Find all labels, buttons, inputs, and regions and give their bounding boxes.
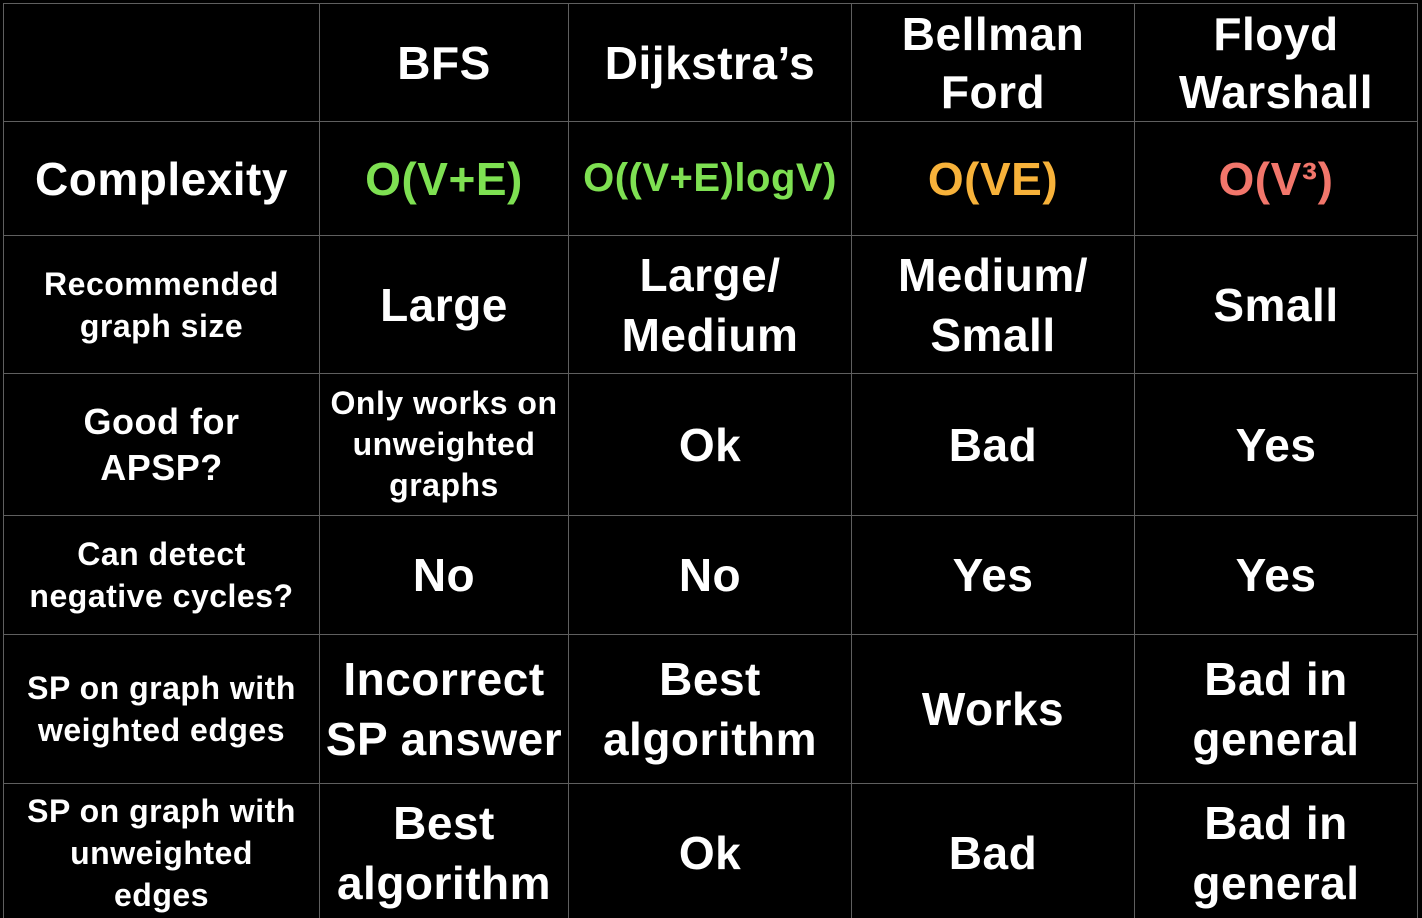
row-label-line: unweighted bbox=[70, 834, 253, 871]
complexity-dijkstra: O((V+E)logV) bbox=[568, 121, 852, 236]
complexity-bellman-ford: O(VE) bbox=[851, 121, 1135, 236]
cell-line: Medium/ bbox=[897, 248, 1089, 301]
cell-line: Large bbox=[380, 278, 508, 331]
row-label-line: SP on graph with bbox=[27, 670, 296, 706]
row-label-line: weighted edges bbox=[37, 712, 286, 748]
cell-line: Bad bbox=[948, 826, 1038, 879]
cell-line: general bbox=[1192, 713, 1360, 765]
neg-cycles-floyd-warshall: Yes bbox=[1134, 515, 1418, 635]
row-sp-weighted: SP on graph with weighted edges Incorrec… bbox=[3, 634, 1418, 784]
sp-unweighted-floyd-warshall: Bad in general bbox=[1134, 783, 1418, 918]
cell-line: Bad in bbox=[1204, 796, 1348, 849]
cell-line: Bad in bbox=[1204, 653, 1348, 705]
cell-line: Large/ bbox=[639, 248, 781, 301]
row-label-line: edges bbox=[114, 876, 209, 913]
header-bellman-ford: Bellman Ford bbox=[851, 3, 1135, 122]
cell-line: Ok bbox=[678, 418, 742, 471]
cell-line: unweighted bbox=[352, 426, 536, 462]
header-bfs: BFS bbox=[319, 3, 569, 122]
complexity-floyd-warshall: O(V³) bbox=[1134, 121, 1418, 236]
header-floyd-line2: Warshall bbox=[1178, 65, 1374, 118]
row-apsp: Good for APSP? Only works on unweighted … bbox=[3, 373, 1418, 516]
header-floyd-line1: Floyd bbox=[1213, 7, 1339, 60]
cell-line: Ok bbox=[678, 826, 742, 879]
sp-unweighted-bfs: Best algorithm bbox=[319, 783, 569, 918]
cell-line: Incorrect bbox=[343, 653, 545, 705]
row-negative-cycles: Can detect negative cycles? No No Yes Ye… bbox=[3, 515, 1418, 635]
apsp-bfs: Only works on unweighted graphs bbox=[319, 373, 569, 516]
row-graph-size: Recommended graph size Large Large/ Medi… bbox=[3, 235, 1418, 374]
row-label-line: Good for bbox=[83, 400, 240, 442]
sp-unweighted-dijkstra: Ok bbox=[568, 783, 852, 918]
row-label-apsp: Good for APSP? bbox=[3, 373, 320, 516]
graph-size-dijkstra: Large/ Medium bbox=[568, 235, 852, 374]
apsp-bellman-ford: Bad bbox=[851, 373, 1135, 516]
cell-line: No bbox=[412, 549, 476, 601]
header-floyd-warshall: Floyd Warshall bbox=[1134, 3, 1418, 122]
complexity-bfs: O(V+E) bbox=[319, 121, 569, 236]
row-label-line: SP on graph with bbox=[27, 792, 296, 829]
graph-size-bfs: Large bbox=[319, 235, 569, 374]
sp-weighted-bellman-ford: Works bbox=[851, 634, 1135, 784]
cell-line: No bbox=[678, 549, 742, 601]
cell-line: Best bbox=[393, 796, 495, 849]
cell-line: Bad bbox=[948, 418, 1038, 471]
comparison-table: BFS Dijkstra’s Bellman Ford Floyd Warsha… bbox=[3, 3, 1418, 918]
cell-line: Small bbox=[1213, 278, 1339, 331]
cell-line: algorithm bbox=[336, 856, 552, 909]
sp-weighted-bfs: Incorrect SP answer bbox=[319, 634, 569, 784]
row-complexity: Complexity O(V+E) O((V+E)logV) O(VE) O(V… bbox=[3, 121, 1418, 236]
row-label-line: negative cycles? bbox=[29, 578, 294, 614]
header-corner-cell bbox=[3, 3, 320, 122]
apsp-floyd-warshall: Yes bbox=[1134, 373, 1418, 516]
cell-line: Best bbox=[659, 653, 761, 705]
header-bellman-line1: Bellman bbox=[901, 7, 1085, 60]
cell-line: Small bbox=[930, 308, 1056, 361]
cell-line: algorithm bbox=[602, 713, 818, 765]
row-label-line: graph size bbox=[79, 307, 244, 344]
neg-cycles-dijkstra: No bbox=[568, 515, 852, 635]
neg-cycles-bellman-ford: Yes bbox=[851, 515, 1135, 635]
cell-line: Only works on bbox=[330, 385, 558, 421]
apsp-dijkstra: Ok bbox=[568, 373, 852, 516]
row-label-line: Can detect bbox=[77, 536, 246, 572]
cell-line: Yes bbox=[1235, 418, 1317, 471]
neg-cycles-bfs: No bbox=[319, 515, 569, 635]
row-label-sp-weighted: SP on graph with weighted edges bbox=[3, 634, 320, 784]
row-label-sp-unweighted: SP on graph with unweighted edges bbox=[3, 783, 320, 918]
row-sp-unweighted: SP on graph with unweighted edges Best a… bbox=[3, 783, 1418, 918]
cell-line: Yes bbox=[1235, 549, 1317, 601]
cell-line: Works bbox=[921, 683, 1065, 735]
header-bellman-line2: Ford bbox=[940, 65, 1046, 118]
row-label-line: APSP? bbox=[100, 446, 223, 488]
sp-unweighted-bellman-ford: Bad bbox=[851, 783, 1135, 918]
sp-weighted-dijkstra: Best algorithm bbox=[568, 634, 852, 784]
row-label-graph-size: Recommended graph size bbox=[3, 235, 320, 374]
row-label-negative-cycles: Can detect negative cycles? bbox=[3, 515, 320, 635]
header-dijkstra: Dijkstra’s bbox=[568, 3, 852, 122]
cell-line: SP answer bbox=[325, 713, 563, 765]
header-row: BFS Dijkstra’s Bellman Ford Floyd Warsha… bbox=[3, 3, 1418, 122]
graph-size-bellman-ford: Medium/ Small bbox=[851, 235, 1135, 374]
sp-weighted-floyd-warshall: Bad in general bbox=[1134, 634, 1418, 784]
row-label-line: Recommended bbox=[44, 265, 279, 302]
row-label-complexity: Complexity bbox=[3, 121, 320, 236]
graph-size-floyd-warshall: Small bbox=[1134, 235, 1418, 374]
cell-line: general bbox=[1192, 856, 1360, 909]
slide: BFS Dijkstra’s Bellman Ford Floyd Warsha… bbox=[0, 0, 1422, 918]
cell-line: Medium bbox=[621, 308, 799, 361]
cell-line: graphs bbox=[389, 467, 499, 503]
cell-line: Yes bbox=[952, 549, 1034, 601]
